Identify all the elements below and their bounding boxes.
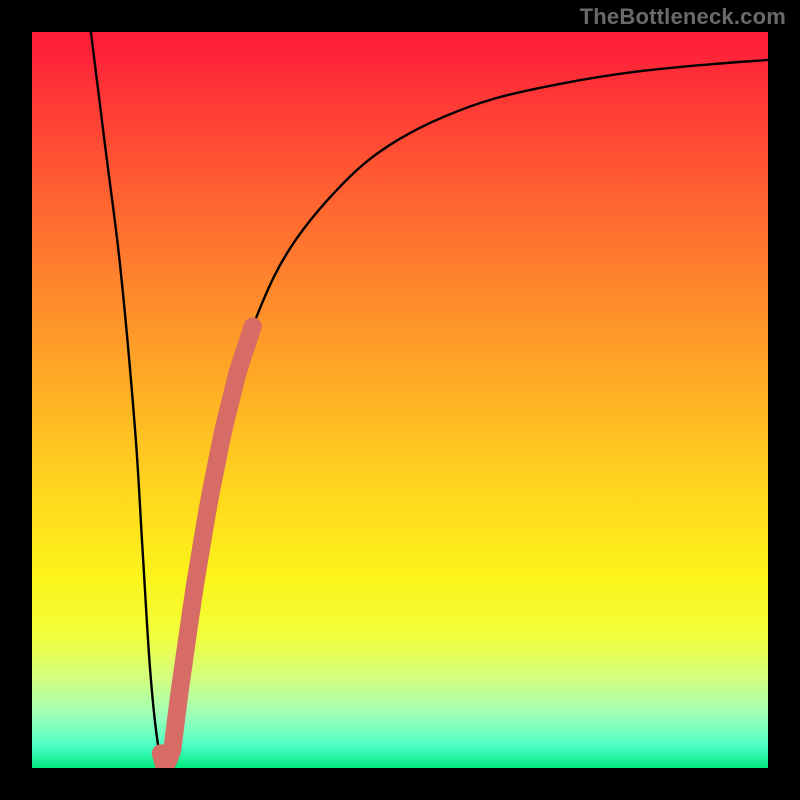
watermark-text: TheBottleneck.com (580, 4, 786, 30)
chart-frame: TheBottleneck.com (0, 0, 800, 800)
bottleneck-line-chart (32, 32, 768, 768)
highlight-segment (161, 326, 253, 767)
plot-area (32, 32, 768, 768)
